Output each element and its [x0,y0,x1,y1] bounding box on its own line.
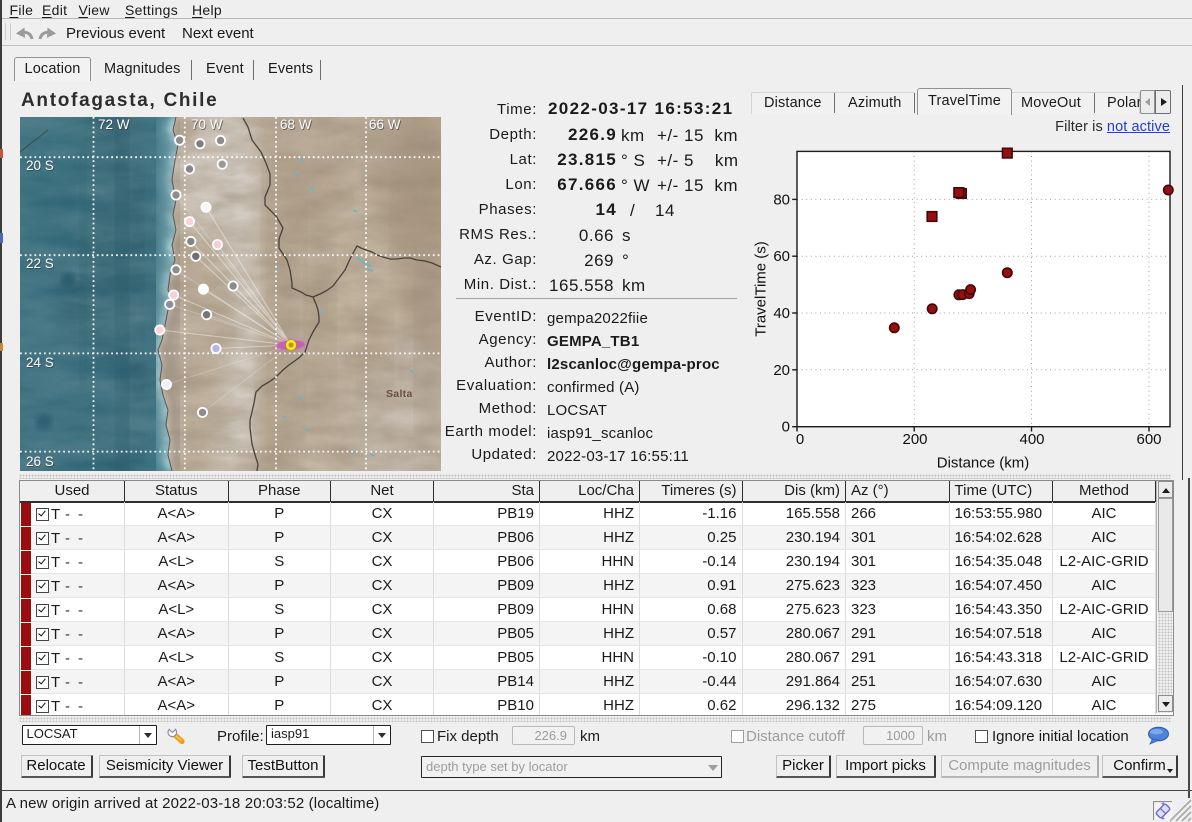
svg-text:Salta: Salta [386,388,413,400]
svg-text:Distance (km): Distance (km) [937,455,1030,472]
svg-text:60: 60 [773,248,790,265]
svg-text:20 S: 20 S [26,158,54,173]
svg-text:0: 0 [796,431,804,448]
svg-text:68 W: 68 W [280,117,312,132]
svg-text:40: 40 [773,305,790,322]
svg-text:72 W: 72 W [98,117,130,132]
svg-text:TravelTime (s): TravelTime (s) [753,241,770,337]
svg-text:200: 200 [902,431,927,448]
svg-text:600: 600 [1136,431,1161,448]
svg-text:24 S: 24 S [26,355,54,370]
svg-text:20: 20 [773,362,790,379]
svg-text:26 S: 26 S [26,454,54,469]
svg-text:80: 80 [773,191,790,208]
svg-text:0: 0 [782,419,790,436]
svg-text:66 W: 66 W [369,117,401,132]
svg-text:70 W: 70 W [191,117,223,132]
svg-text:400: 400 [1019,431,1044,448]
svg-text:22 S: 22 S [26,256,54,271]
